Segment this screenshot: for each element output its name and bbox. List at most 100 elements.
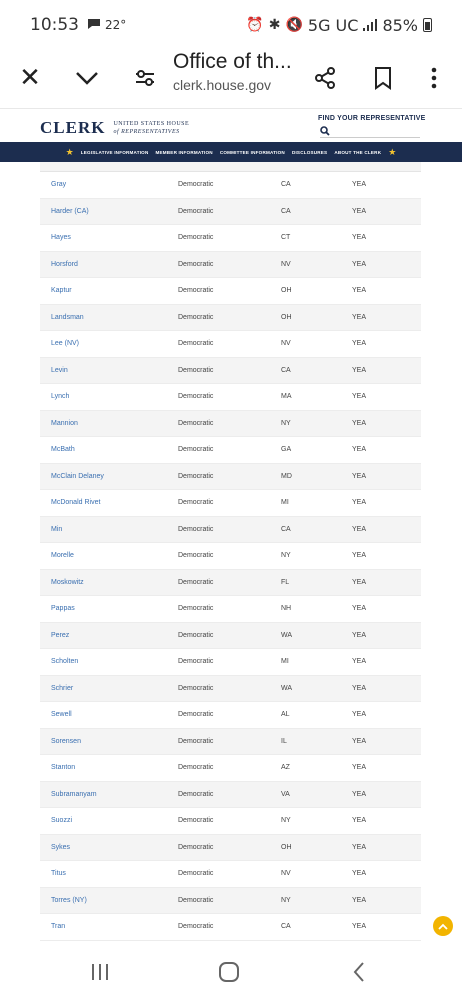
table-row: Kaptur Democratic OH YEA (40, 278, 421, 305)
member-name-link[interactable]: Sorensen (40, 738, 178, 745)
member-party: Democratic (178, 340, 214, 348)
network-label: 5G UC (307, 15, 359, 35)
member-name-link[interactable]: Landsman (40, 314, 178, 321)
member-state: MI (281, 499, 289, 507)
member-name-link[interactable]: Sewell (40, 711, 178, 718)
table-row: Perez Democratic WA YEA (40, 622, 421, 649)
member-state: NY (281, 552, 291, 560)
member-vote: YEA (352, 234, 367, 242)
member-vote: YEA (352, 393, 367, 401)
nav-about-the-clerk[interactable]: ABOUT THE CLERK (334, 150, 381, 155)
member-name-link[interactable]: McDonald Rivet (40, 499, 178, 506)
member-state: NV (281, 340, 291, 348)
nav-committee-information[interactable]: COMMITTEE INFORMATION (220, 150, 285, 155)
mute-icon: 🔇 (285, 17, 303, 33)
notification-flag-icon (87, 18, 101, 33)
bluetooth-icon: ✱ (268, 17, 281, 33)
member-party: Democratic (178, 764, 214, 772)
page-title: Office of th... (173, 50, 292, 73)
member-name-link[interactable]: Scholten (40, 658, 178, 665)
member-name-link[interactable]: Suozzi (40, 817, 178, 824)
member-name-link[interactable]: Pappas (40, 605, 178, 612)
back-icon[interactable] (344, 960, 374, 984)
member-name-link[interactable]: Schrier (40, 685, 178, 692)
member-name-link[interactable]: Lee (NV) (40, 340, 178, 347)
member-name-link[interactable]: Min (40, 526, 178, 533)
clerk-logo[interactable]: CLERK UNITED STATES HOUSE of REPRESENTAT… (40, 118, 189, 138)
member-party: Democratic (178, 552, 214, 560)
member-state: FL (281, 578, 290, 586)
find-representative-label: FIND YOUR REPRESENTATIVE (318, 115, 426, 122)
member-state: NV (281, 260, 291, 268)
member-state: NV (281, 870, 291, 878)
member-name-link[interactable]: Stanton (40, 764, 178, 771)
member-name-link[interactable]: Titus (40, 870, 178, 877)
member-state: MA (281, 393, 292, 401)
member-party: Democratic (178, 234, 214, 242)
recent-apps-icon[interactable] (85, 960, 115, 984)
bookmark-icon[interactable] (363, 58, 403, 98)
search-icon (320, 126, 330, 136)
chevron-down-icon[interactable] (67, 58, 107, 98)
member-state: VA (281, 790, 290, 798)
member-state: NY (281, 896, 291, 904)
member-party: Democratic (178, 843, 214, 851)
table-row: Torres (NY) Democratic NY YEA (40, 887, 421, 914)
table-row: Landsman Democratic OH YEA (40, 304, 421, 331)
member-party: Democratic (178, 472, 214, 480)
member-name-link[interactable]: Lynch (40, 393, 178, 400)
member-name-link[interactable]: Perez (40, 632, 178, 639)
member-name-link[interactable]: Hayes (40, 234, 178, 241)
close-icon[interactable]: ✕ (10, 58, 50, 98)
member-name-link[interactable]: Morelle (40, 552, 178, 559)
member-name-link[interactable]: Subramanyam (40, 791, 178, 798)
member-state: CA (281, 366, 291, 374)
home-icon[interactable] (214, 960, 244, 984)
member-state: NH (281, 605, 292, 613)
member-state: CA (281, 207, 291, 215)
table-row: Titus Democratic NV YEA (40, 861, 421, 888)
find-representative-search[interactable] (320, 126, 420, 138)
nav-legislative-information[interactable]: LEGISLATIVE INFORMATION (81, 150, 149, 155)
temperature-text: 22° (105, 18, 127, 32)
site-navbar: ★ LEGISLATIVE INFORMATION MEMBER INFORMA… (0, 142, 462, 162)
member-name-link[interactable]: Moskowitz (40, 579, 178, 586)
signal-icon (363, 16, 378, 35)
logo-line-2: of REPRESENTATIVES (113, 129, 180, 135)
battery-level: 85% (382, 15, 418, 35)
member-party: Democratic (178, 260, 214, 268)
member-name-link[interactable]: Torres (NY) (40, 897, 178, 904)
table-row: Min Democratic CA YEA (40, 516, 421, 543)
member-name-link[interactable]: Sykes (40, 844, 178, 851)
table-row: McBath Democratic GA YEA (40, 437, 421, 464)
member-state: CA (281, 923, 291, 931)
member-name-link[interactable]: Levin (40, 367, 178, 374)
table-row: Stanton Democratic AZ YEA (40, 755, 421, 782)
table-row: Suozzi Democratic NY YEA (40, 808, 421, 835)
share-icon[interactable] (305, 58, 345, 98)
table-row: Sorensen Democratic IL YEA (40, 728, 421, 755)
member-name-link[interactable]: Harder (CA) (40, 208, 178, 215)
member-name-link[interactable]: Gray (40, 181, 178, 188)
member-name-link[interactable]: Tran (40, 923, 178, 930)
member-vote: YEA (352, 340, 367, 348)
member-vote: YEA (352, 287, 367, 295)
more-options-icon[interactable] (414, 58, 454, 98)
member-vote: YEA (352, 711, 367, 719)
member-party: Democratic (178, 499, 214, 507)
nav-disclosures[interactable]: DISCLOSURES (292, 150, 327, 155)
table-row: Moskowitz Democratic FL YEA (40, 569, 421, 596)
member-name-link[interactable]: Horsford (40, 261, 178, 268)
url-bar[interactable]: Office of th... clerk.house.gov (173, 50, 303, 93)
member-vote: YEA (352, 737, 367, 745)
table-row: Scholten Democratic MI YEA (40, 649, 421, 676)
scroll-to-top-button[interactable] (433, 916, 453, 936)
member-vote: YEA (352, 419, 367, 427)
member-name-link[interactable]: Mannion (40, 420, 178, 427)
member-name-link[interactable]: McBath (40, 446, 178, 453)
page-info-icon[interactable] (125, 58, 165, 98)
member-name-link[interactable]: McClain Delaney (40, 473, 178, 480)
table-row: Lee (NV) Democratic NV YEA (40, 331, 421, 358)
nav-member-information[interactable]: MEMBER INFORMATION (155, 150, 212, 155)
member-name-link[interactable]: Kaptur (40, 287, 178, 294)
